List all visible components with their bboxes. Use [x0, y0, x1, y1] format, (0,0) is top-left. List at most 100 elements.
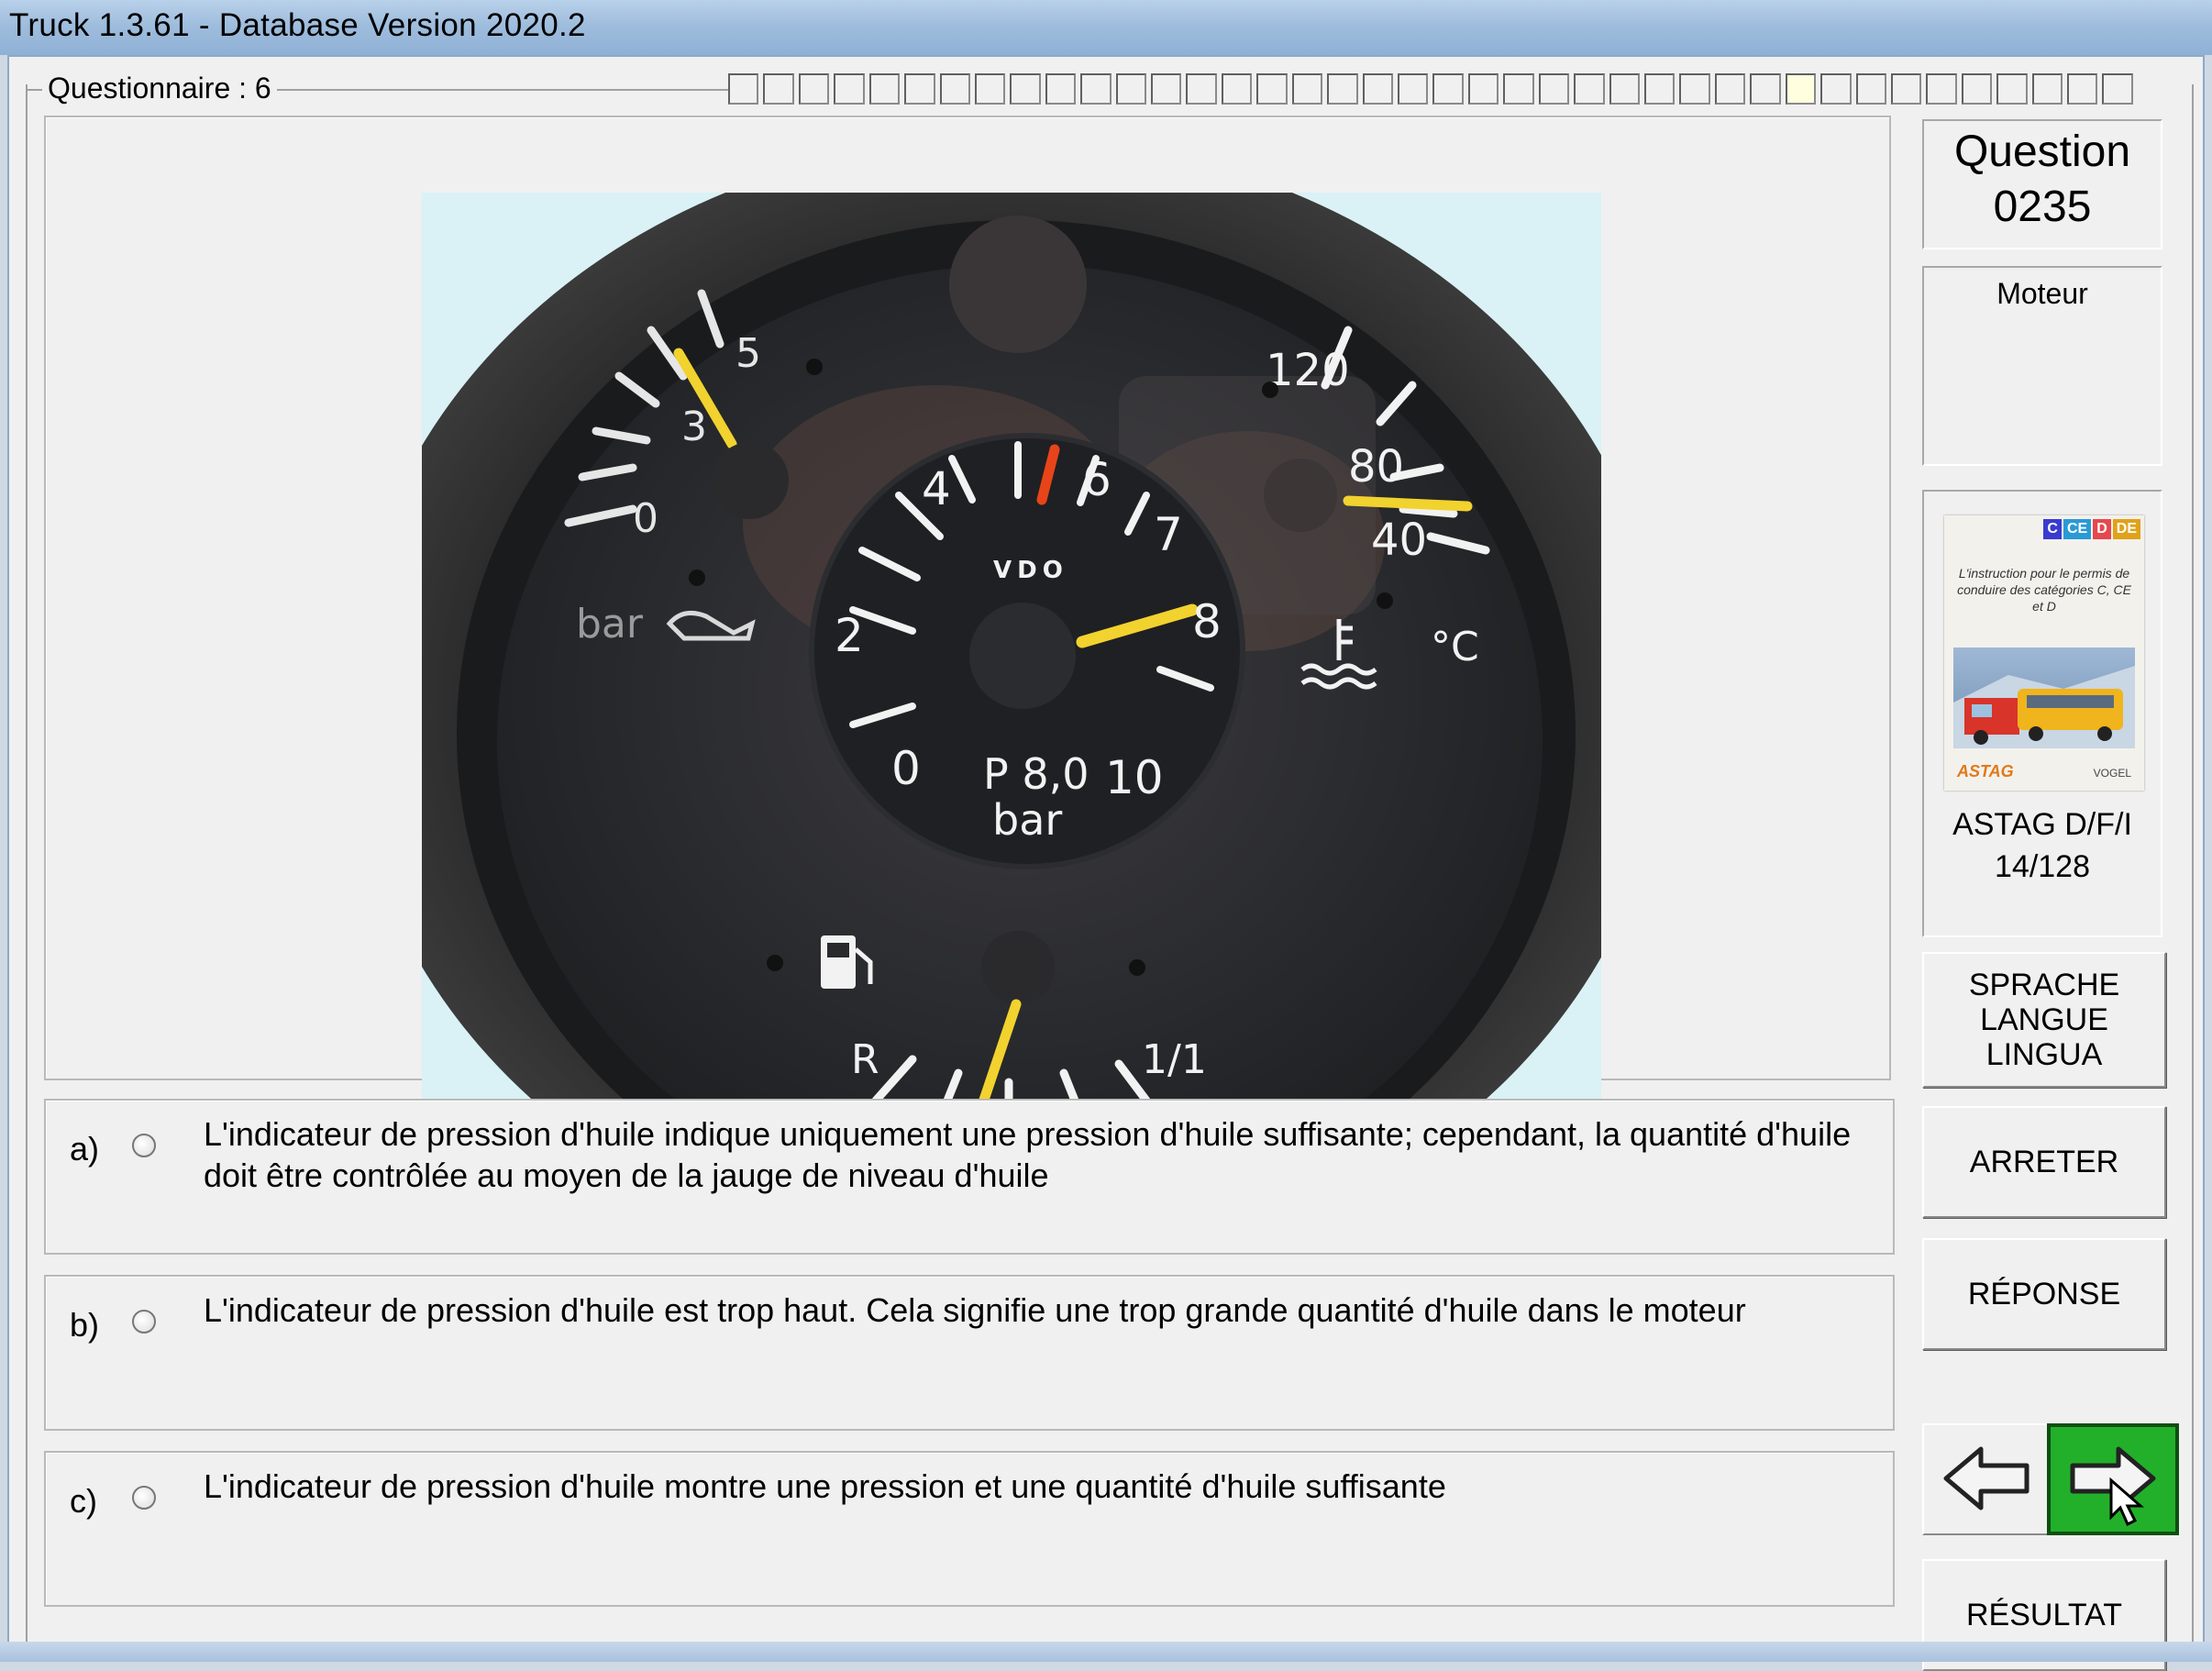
tach-tick-7: 7 — [1154, 508, 1183, 561]
answer-button[interactable]: RÉPONSE — [1922, 1238, 2166, 1350]
oil-unit: bar — [576, 601, 644, 647]
progress-cell — [939, 73, 970, 105]
temp-needle — [1343, 495, 1473, 512]
progress-cell — [1890, 73, 1922, 105]
progress-cell — [1855, 73, 1886, 105]
progress-cell — [728, 73, 759, 105]
tach-pressure-label: P 8,0 — [983, 749, 1089, 799]
progress-cell — [1186, 73, 1217, 105]
license-tag: CE — [2063, 519, 2092, 539]
progress-cell — [2067, 73, 2098, 105]
answer-option-a[interactable]: a) L'indicateur de pression d'huile indi… — [44, 1099, 1895, 1255]
astag-logo: ASTAG — [1957, 762, 2014, 780]
progress-cell — [2031, 73, 2063, 105]
progress-cell — [1080, 73, 1112, 105]
progress-cell — [763, 73, 794, 105]
gauge-cluster-image: 0 3 5 bar 2 4 6 7 8 0 10 VDO P 8,0 bar 1… — [422, 193, 1601, 1132]
answer-letter: c) — [70, 1482, 97, 1520]
answer-radio-c[interactable] — [132, 1486, 156, 1510]
stop-button[interactable]: ARRETER — [1922, 1106, 2166, 1218]
progress-cell — [1643, 73, 1676, 105]
previous-question-button[interactable] — [1922, 1423, 2054, 1535]
progress-cell — [1115, 73, 1147, 105]
source-name: ASTAG D/F/I — [1952, 807, 2132, 842]
tach-tick-8: 8 — [1192, 595, 1222, 648]
title-bar: Truck 1.3.61 - Database Version 2020.2 — [0, 0, 2212, 55]
language-button[interactable]: SPRACHE LANGUE LINGUA — [1922, 952, 2166, 1088]
source-reference: ASTAG D/F/I 14/128 — [1924, 803, 2161, 888]
question-label: Question — [1953, 127, 2131, 176]
tach-tick-6: 6 — [1082, 453, 1112, 506]
tach-tick-0: 0 — [891, 742, 921, 795]
answer-radio-b[interactable] — [132, 1310, 156, 1333]
question-category: Moteur — [1922, 266, 2162, 466]
progress-cell — [1961, 73, 1993, 105]
answer-letter: a) — [70, 1130, 100, 1167]
oil-tick-5: 5 — [735, 330, 761, 377]
answer-option-c[interactable]: c) L'indicateur de pression d'huile mont… — [44, 1451, 1895, 1607]
tach-tick-4: 4 — [922, 462, 951, 515]
book-cover-image: C CE D DE L'instruction pour le permis de c… — [1944, 515, 2144, 791]
oil-tick-3: 3 — [681, 404, 707, 450]
question-image-panel: 0 3 5 bar 2 4 6 7 8 0 10 VDO P 8,0 bar 1… — [44, 116, 1891, 1132]
book-title: L'instruction pour le permis de conduire… — [1957, 566, 2131, 614]
fuel-tick-full: 1/1 — [1142, 1036, 1207, 1083]
progress-cell — [1926, 73, 1957, 105]
arrow-left-icon — [1943, 1446, 2030, 1511]
window-title: Truck 1.3.61 - Database Version 2020.2 — [9, 7, 586, 43]
answer-letter: b) — [70, 1306, 100, 1344]
progress-cell — [1327, 73, 1358, 105]
progress-cell — [1398, 73, 1429, 105]
progress-cell — [1820, 73, 1852, 105]
progress-cell — [1714, 73, 1746, 105]
status-bar — [0, 1642, 2212, 1662]
progress-cell — [1574, 73, 1605, 105]
progress-cell — [1045, 73, 1077, 105]
questionnaire-label: Questionnaire : 6 — [42, 72, 277, 105]
tach-pressure-unit: bar — [992, 795, 1062, 845]
question-progress-bar — [728, 73, 2133, 105]
dashboard-gauge-photo: 0 3 5 bar 2 4 6 7 8 0 10 VDO P 8,0 bar 1… — [422, 193, 1601, 1132]
progress-cell — [1996, 73, 2028, 105]
progress-cell — [1221, 73, 1253, 105]
progress-cell — [798, 73, 830, 105]
tach-brand: VDO — [993, 557, 1068, 584]
next-question-button[interactable] — [2047, 1423, 2179, 1535]
source-book-box: C CE D DE L'instruction pour le permis de c… — [1922, 490, 2162, 937]
truck-bus-image — [1953, 647, 2135, 748]
temp-unit: °C — [1431, 624, 1479, 670]
progress-cell — [1785, 73, 1817, 105]
progress-cell — [1609, 73, 1640, 105]
tach-tick-2: 2 — [835, 609, 864, 662]
vogel-logo: VOGEL — [2093, 767, 2131, 780]
progress-cell — [974, 73, 1006, 105]
progress-cell — [1432, 73, 1464, 105]
temp-tick-80: 80 — [1348, 441, 1404, 492]
answer-radio-a[interactable] — [132, 1134, 156, 1157]
progress-cell — [1010, 73, 1041, 105]
progress-cell — [1750, 73, 1781, 105]
category-label: Moteur — [1996, 277, 2088, 310]
arrow-right-icon — [2070, 1446, 2156, 1527]
oil-tick-0: 0 — [633, 495, 658, 542]
progress-cell — [1503, 73, 1534, 105]
progress-cell — [834, 73, 865, 105]
source-page: 14/128 — [1995, 849, 2090, 884]
progress-cell — [1467, 73, 1499, 105]
progress-cell — [904, 73, 935, 105]
progress-cell — [1256, 73, 1288, 105]
main-window: Questionnaire : 6 0 3 5 bar 2 4 6 7 8 0 … — [7, 55, 2205, 1671]
license-tag: DE — [2112, 519, 2140, 539]
progress-cell — [1291, 73, 1323, 105]
progress-cell — [1362, 73, 1394, 105]
question-number-box: Question 0235 — [1922, 119, 2162, 249]
license-category-tags: C CE D DE — [2043, 519, 2140, 539]
tach-tick-10: 10 — [1105, 751, 1164, 804]
progress-cell — [1679, 73, 1710, 105]
answer-text: L'indicateur de pression d'huile est tro… — [204, 1291, 1746, 1329]
answer-option-b[interactable]: b) L'indicateur de pression d'huile est … — [44, 1275, 1895, 1431]
license-tag: D — [2093, 519, 2111, 539]
answer-text: L'indicateur de pression d'huile montre … — [204, 1467, 1446, 1505]
temp-tick-40: 40 — [1371, 515, 1427, 566]
license-tag: C — [2043, 519, 2062, 539]
